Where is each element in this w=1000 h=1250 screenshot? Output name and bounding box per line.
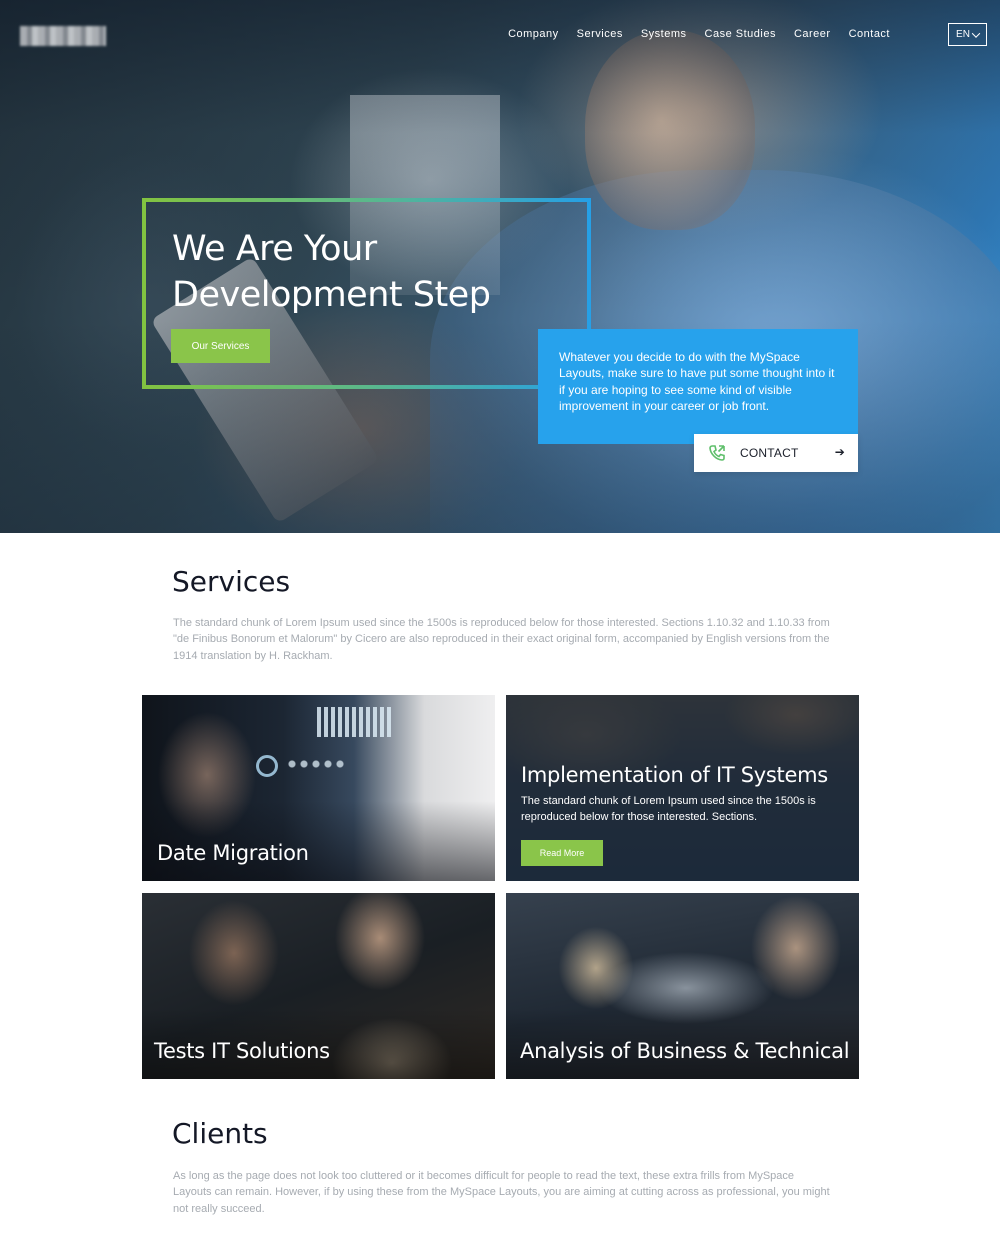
language-selector[interactable]: EN — [948, 23, 987, 46]
service-card-analysis[interactable]: Analysis of Business & Technical — [506, 893, 859, 1079]
nav-item-services[interactable]: Services — [577, 28, 623, 40]
service-card-title: Analysis of Business & Technical — [520, 1039, 850, 1063]
read-more-button[interactable]: Read More — [521, 840, 603, 866]
main-nav: Company Services Systems Case Studies Ca… — [508, 28, 890, 40]
service-card-data-migration[interactable]: Date Migration — [142, 695, 495, 881]
language-label: EN — [956, 29, 970, 40]
contact-button-label: CONTACT — [740, 446, 799, 460]
logo[interactable] — [20, 26, 106, 46]
service-card-implementation[interactable]: Implementation of IT Systems The standar… — [506, 695, 859, 881]
ring-graphic — [256, 755, 278, 777]
nav-item-contact[interactable]: Contact — [849, 28, 890, 40]
phone-icon — [709, 445, 725, 461]
nav-item-case-studies[interactable]: Case Studies — [705, 28, 776, 40]
service-card-title: Date Migration — [157, 841, 309, 865]
service-card-description: The standard chunk of Lorem Ipsum used s… — [521, 795, 816, 824]
services-description: The standard chunk of Lorem Ipsum used s… — [173, 617, 830, 662]
hero-section: Company Services Systems Case Studies Ca… — [0, 0, 1000, 533]
services-title: Services — [172, 565, 291, 598]
dots-graphic — [287, 759, 347, 769]
service-card-title: Tests IT Solutions — [154, 1039, 330, 1063]
contact-button[interactable]: CONTACT ➔ — [694, 434, 858, 472]
info-box: Whatever you decide to do with the MySpa… — [538, 329, 858, 444]
clients-title: Clients — [172, 1117, 268, 1150]
clients-description: As long as the page does not look too cl… — [173, 1170, 830, 1215]
service-card-tests-it[interactable]: Tests IT Solutions — [142, 893, 495, 1079]
service-card-title: Implementation of IT Systems — [521, 763, 828, 787]
nav-item-career[interactable]: Career — [794, 28, 831, 40]
nav-item-systems[interactable]: Systems — [641, 28, 687, 40]
our-services-button[interactable]: Our Services — [171, 329, 270, 363]
hero-headline: We Are Your Development Step — [172, 229, 491, 315]
chevron-down-icon — [971, 28, 981, 38]
nav-item-company[interactable]: Company — [508, 28, 559, 40]
arrow-right-icon: ➔ — [834, 445, 845, 459]
chart-bars-graphic — [317, 707, 392, 737]
info-text: Whatever you decide to do with the MySpa… — [559, 350, 835, 414]
